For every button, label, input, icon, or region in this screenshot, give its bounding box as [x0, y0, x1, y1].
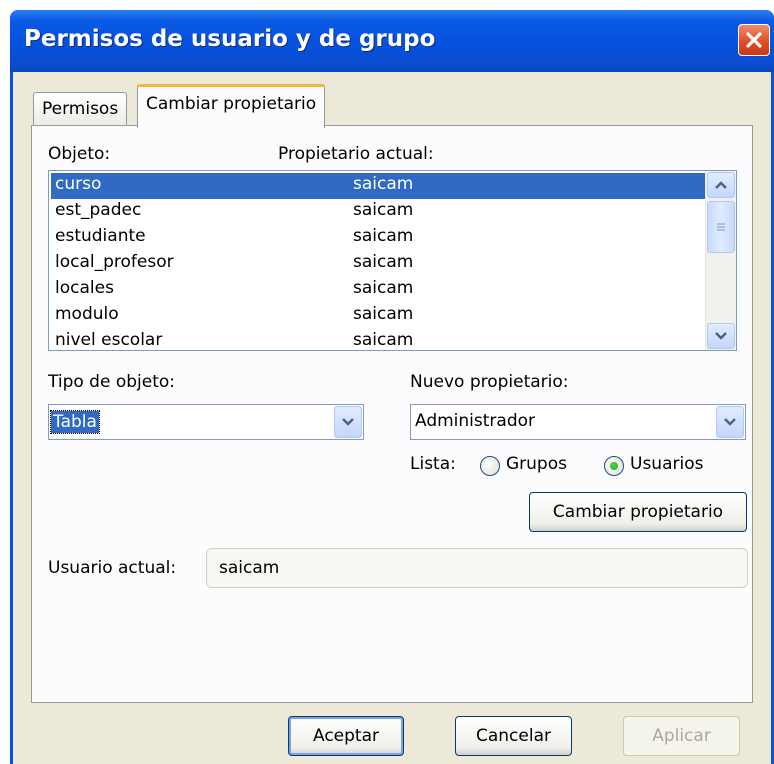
- tipo-objeto-select[interactable]: Tabla: [48, 404, 364, 440]
- tab-cambiar-propietario[interactable]: Cambiar propietario: [137, 84, 326, 128]
- object-owner: saicam: [353, 252, 414, 272]
- object-owner: saicam: [353, 200, 414, 220]
- usuario-actual-label: Usuario actual:: [48, 558, 177, 578]
- list-item[interactable]: locales saicam: [51, 277, 717, 303]
- aceptar-button[interactable]: Aceptar: [288, 716, 404, 756]
- nuevo-propietario-value: Administrador: [415, 411, 536, 431]
- object-owner: saicam: [353, 304, 414, 324]
- scroll-up-button[interactable]: [707, 172, 735, 198]
- nuevo-propietario-dropdown-button[interactable]: [716, 406, 744, 438]
- window-title: Permisos de usuario y de grupo: [24, 26, 436, 52]
- chevron-down-icon: [724, 418, 736, 426]
- nuevo-propietario-select[interactable]: Administrador: [410, 404, 746, 440]
- list-item[interactable]: local_profesor saicam: [51, 251, 717, 277]
- title-bar[interactable]: Permisos de usuario y de grupo: [10, 10, 774, 72]
- object-owner: saicam: [353, 174, 414, 194]
- list-scrollbar[interactable]: [705, 171, 736, 350]
- close-button[interactable]: [738, 24, 770, 56]
- tipo-objeto-label: Tipo de objeto:: [48, 372, 176, 392]
- object-name: estudiante: [55, 226, 146, 246]
- radio-grupos[interactable]: [480, 456, 500, 476]
- list-item[interactable]: est_padec saicam: [51, 199, 717, 225]
- dialog-window: Permisos de usuario y de grupo Permisos …: [10, 10, 774, 764]
- objects-list[interactable]: curso saicam est_padec saicam estudiante…: [48, 170, 737, 351]
- usuario-actual-field: saicam: [206, 548, 748, 588]
- chevron-up-icon: [715, 181, 727, 189]
- list-item[interactable]: modulo saicam: [51, 303, 717, 329]
- object-name: modulo: [55, 304, 119, 324]
- object-name: locales: [55, 278, 114, 298]
- chevron-down-icon: [715, 332, 727, 340]
- object-owner: saicam: [353, 226, 414, 246]
- object-name: est_padec: [55, 200, 142, 220]
- tipo-objeto-value: Tabla: [50, 410, 100, 434]
- tab-permisos-label: Permisos: [42, 99, 119, 119]
- object-owner: saicam: [353, 330, 414, 350]
- object-name: nivel escolar: [55, 330, 163, 350]
- tipo-objeto-dropdown-button[interactable]: [334, 406, 362, 438]
- nuevo-propietario-label: Nuevo propietario:: [410, 372, 569, 392]
- object-name: local_profesor: [55, 252, 174, 272]
- list-item-selected[interactable]: curso saicam: [51, 173, 717, 199]
- tab-cambiar-propietario-label: Cambiar propietario: [146, 94, 317, 114]
- usuario-actual-value: saicam: [219, 558, 280, 578]
- radio-selected-dot: [610, 462, 618, 470]
- tab-panel: Objeto: Propietario actual: curso saicam…: [31, 125, 753, 703]
- radio-grupos-label: Grupos: [506, 454, 567, 474]
- scroll-thumb[interactable]: [707, 201, 735, 253]
- grip-icon: [717, 223, 725, 231]
- dialog-body: Permisos Cambiar propietario Objeto: Pro…: [13, 72, 771, 764]
- list-item[interactable]: estudiante saicam: [51, 225, 717, 251]
- cambiar-propietario-button[interactable]: Cambiar propietario: [529, 492, 747, 532]
- tab-permisos[interactable]: Permisos: [33, 92, 128, 126]
- scroll-down-button[interactable]: [707, 323, 735, 349]
- list-item[interactable]: nivel escolar saicam: [51, 329, 717, 350]
- close-x-icon: [746, 32, 762, 48]
- propietario-actual-label: Propietario actual:: [278, 144, 434, 164]
- object-name: curso: [55, 174, 102, 194]
- chevron-down-icon: [342, 418, 354, 426]
- lista-label: Lista:: [410, 454, 456, 474]
- objeto-label: Objeto:: [48, 144, 111, 164]
- radio-usuarios-label: Usuarios: [630, 454, 704, 474]
- object-owner: saicam: [353, 278, 414, 298]
- radio-usuarios[interactable]: [604, 456, 624, 476]
- cancelar-button[interactable]: Cancelar: [455, 716, 572, 756]
- aplicar-button[interactable]: Aplicar: [623, 716, 740, 756]
